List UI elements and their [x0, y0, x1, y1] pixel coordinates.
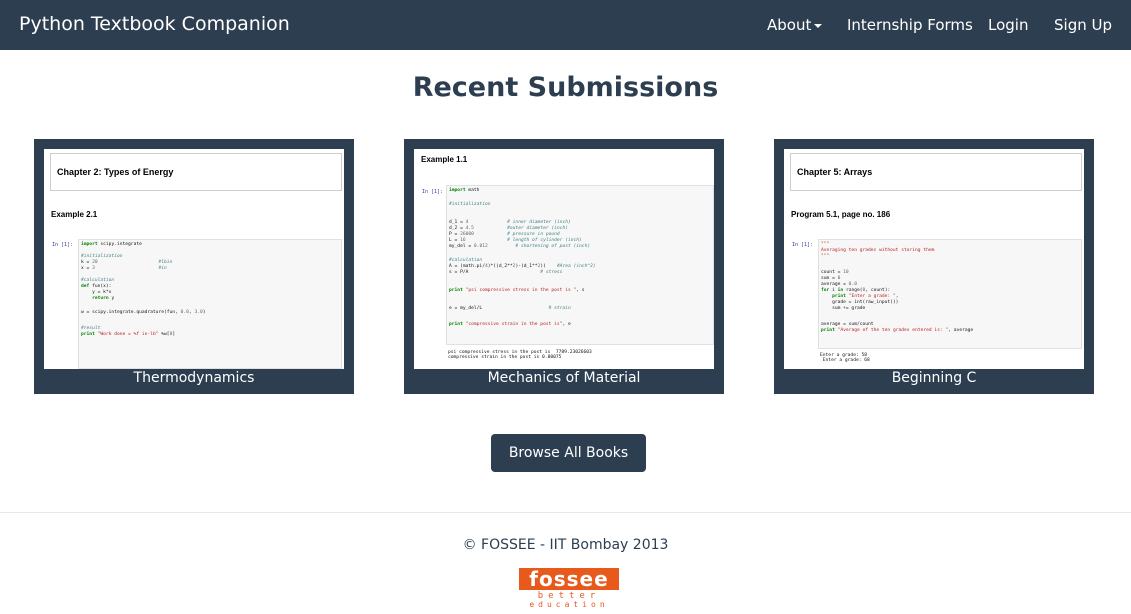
code-cell: import math #initialization d_1 = 4 # in… [446, 185, 714, 345]
logo-word: fossee [529, 568, 608, 591]
cell-prompt: In [1]: [52, 242, 74, 248]
code-cell: """ Averaging ten grades without storing… [818, 239, 1082, 349]
nav-about-dropdown[interactable]: About [767, 16, 823, 34]
top-navbar: Python Textbook Companion About Internsh… [0, 0, 1131, 50]
nav-signup[interactable]: Sign Up [1054, 16, 1112, 34]
notebook-subheading: Program 5.1, page no. 186 [791, 210, 891, 219]
submission-card-thermodynamics[interactable]: Chapter 2: Types of Energy Example 2.1 I… [34, 139, 354, 394]
fossee-logo[interactable]: fossee better education [517, 568, 621, 608]
nav-login[interactable]: Login [988, 16, 1028, 34]
logo-tagline-2: education [529, 600, 608, 608]
caret-down-icon [814, 23, 823, 28]
nav-internship-forms[interactable]: Internship Forms [847, 16, 973, 34]
cell-output: psi compressive stress in the post is 77… [448, 350, 592, 360]
card-caption: Beginning C [891, 370, 977, 386]
notebook-heading-box: Chapter 2: Types of Energy [50, 153, 342, 191]
nav-about-label: About [767, 16, 812, 34]
notebook-thumbnail: Chapter 5: Arrays Program 5.1, page no. … [784, 149, 1084, 369]
cell-prompt: In [1]: [422, 189, 444, 195]
card-caption: Thermodynamics [133, 370, 255, 386]
page-title: Recent Submissions [412, 72, 719, 103]
notebook-heading: Example 1.1 [421, 155, 468, 164]
code-cell: import scipy.integrate #initialization k… [78, 239, 342, 369]
brand-link[interactable]: Python Textbook Companion [19, 13, 290, 35]
copyright-text: © FOSSEE - IIT Bombay 2013 [462, 537, 669, 553]
notebook-subheading: Example 2.1 [51, 210, 98, 219]
footer-divider [0, 512, 1131, 513]
cell-output: Enter a grade: 58 Enter a grade: 68 [820, 353, 870, 363]
cell-prompt: In [1]: [792, 242, 814, 248]
submission-card-beginning-c[interactable]: Chapter 5: Arrays Program 5.1, page no. … [774, 139, 1094, 394]
notebook-heading: Chapter 5: Arrays [797, 167, 873, 177]
notebook-heading: Chapter 2: Types of Energy [57, 167, 174, 177]
notebook-thumbnail: Example 1.1 In [1]: import math #initial… [414, 149, 714, 369]
card-caption: Mechanics of Material [487, 370, 641, 386]
notebook-thumbnail: Chapter 2: Types of Energy Example 2.1 I… [44, 149, 344, 369]
notebook-heading-box: Chapter 5: Arrays [790, 153, 1082, 191]
submission-card-mechanics-of-material[interactable]: Example 1.1 In [1]: import math #initial… [404, 139, 724, 394]
browse-all-books-button[interactable]: Browse All Books [491, 434, 646, 472]
